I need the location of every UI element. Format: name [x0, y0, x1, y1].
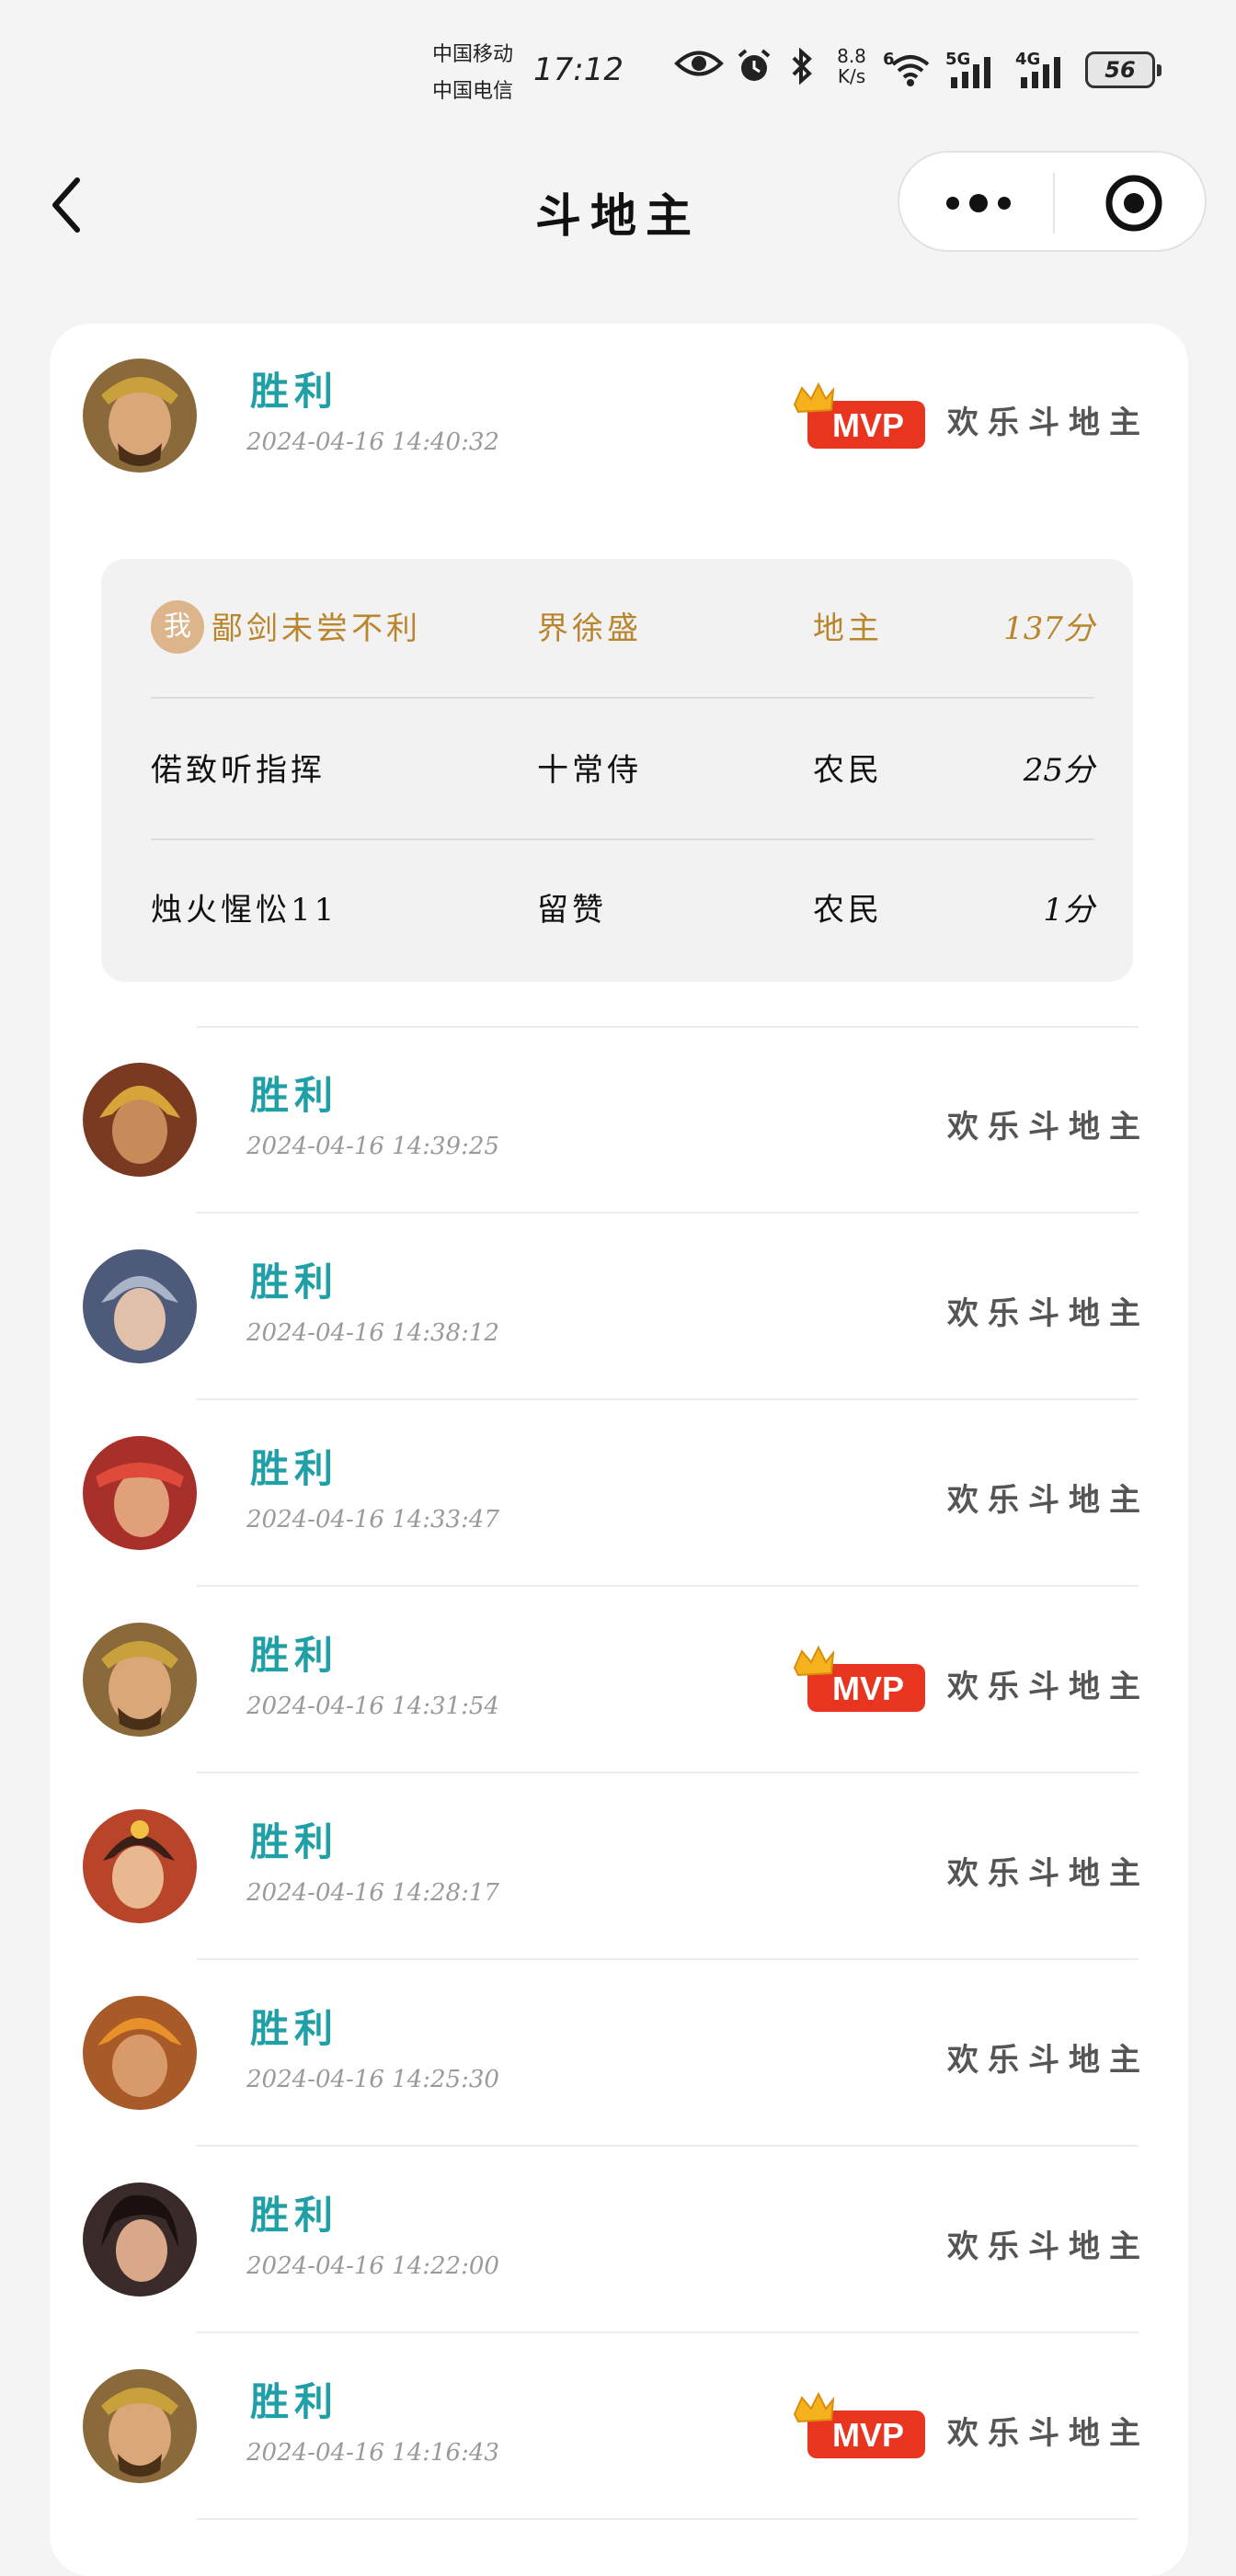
avatar	[83, 1996, 197, 2110]
avatar	[83, 359, 197, 473]
eye-icon	[674, 51, 724, 76]
hero-avatar-icon	[83, 1436, 197, 1550]
avatar	[83, 2183, 197, 2297]
hero-avatar-icon	[83, 1623, 197, 1737]
hero-avatar-icon	[83, 2183, 197, 2297]
me-badge: 我	[151, 600, 204, 654]
player-role: 农民	[813, 752, 883, 789]
player-role: 地主	[813, 610, 883, 647]
carrier-names: 中国移动 中国电信	[432, 43, 514, 103]
list-divider	[197, 2518, 1139, 2520]
record-detail-table: 我鄙剑未尝不利 界徐盛 地主 137分 偌致听指挥 十常侍 农民 25分 烛火惺…	[101, 559, 1133, 982]
game-mode: 欢乐斗地主	[947, 1482, 1150, 1519]
bluetooth-icon	[792, 48, 812, 85]
battery-icon: 56	[1085, 51, 1162, 88]
result-label: 胜利	[250, 2379, 339, 2424]
list-divider	[197, 1958, 1139, 1960]
game-mode: 欢乐斗地主	[947, 2042, 1150, 2079]
player-role: 农民	[813, 892, 883, 929]
wifi-icon	[891, 55, 930, 86]
list-divider	[197, 1212, 1139, 1214]
table-row: 烛火惺忪11 留赞 农民 1分	[151, 840, 1094, 980]
hero-name: 留赞	[537, 892, 607, 929]
result-label: 胜利	[250, 2006, 339, 2051]
list-divider	[197, 1026, 1139, 1028]
player-name: 我鄙剑未尝不利	[151, 559, 421, 699]
record-time: 2024-04-16 14:31:54	[246, 1693, 499, 1720]
player-score: 1分	[1043, 892, 1094, 929]
record-time: 2024-04-16 14:16:43	[246, 2439, 499, 2467]
signal-icon	[1021, 57, 1060, 88]
player-name: 烛火惺忪11	[151, 892, 338, 929]
list-divider	[197, 2331, 1139, 2333]
game-mode: 欢乐斗地主	[947, 2228, 1150, 2265]
game-mode: 欢乐斗地主	[947, 1295, 1150, 1332]
mvp-text: MVP	[832, 1670, 904, 1707]
hero-avatar-icon	[83, 1996, 197, 2110]
player-name: 偌致听指挥	[151, 752, 326, 789]
hero-avatar-icon	[83, 1249, 197, 1363]
record-time: 2024-04-16 14:25:30	[246, 2066, 499, 2093]
signal-icon	[951, 57, 990, 88]
status-bar: 中国移动 中国电信 17:12 8.8 K/s 6 5G 4G 56	[0, 0, 1236, 138]
network-speed: 8.8 K/s	[837, 45, 866, 87]
status-time: 17:12	[533, 51, 624, 88]
alarm-icon	[738, 49, 771, 81]
record-time: 2024-04-16 14:28:17	[246, 1879, 499, 1907]
result-label: 胜利	[250, 1260, 339, 1305]
record-time: 2024-04-16 14:40:32	[246, 428, 499, 456]
result-label: 胜利	[250, 2193, 339, 2238]
hero-avatar-icon	[83, 1809, 197, 1923]
game-mode: 欢乐斗地主	[947, 1855, 1150, 1892]
mvp-badge: MVP	[793, 2391, 925, 2458]
row-divider	[151, 697, 1094, 699]
avatar	[83, 1249, 197, 1363]
list-divider	[197, 2145, 1139, 2147]
nav-bar: 斗地主	[0, 138, 1236, 276]
table-row: 偌致听指挥 十常侍 农民 25分	[151, 701, 1094, 840]
result-label: 胜利	[250, 1819, 339, 1864]
game-mode: 欢乐斗地主	[947, 1109, 1150, 1146]
target-circle-icon[interactable]	[1104, 173, 1164, 234]
table-row: 我鄙剑未尝不利 界徐盛 地主 137分	[151, 559, 1094, 699]
game-mode: 欢乐斗地主	[947, 1669, 1150, 1705]
avatar	[83, 1063, 197, 1177]
hero-avatar-icon	[83, 1063, 197, 1177]
hero-avatar-icon	[83, 2369, 197, 2483]
avatar	[83, 1623, 197, 1737]
list-divider	[197, 1398, 1139, 1400]
game-mode: 欢乐斗地主	[947, 405, 1150, 441]
result-label: 胜利	[250, 1073, 339, 1118]
mvp-badge: MVP	[793, 1645, 925, 1712]
record-time: 2024-04-16 14:33:47	[246, 1506, 499, 1533]
game-mode: 欢乐斗地主	[947, 2415, 1150, 2452]
hero-name: 界徐盛	[537, 610, 642, 647]
capsule-divider	[1053, 173, 1055, 234]
record-time: 2024-04-16 14:38:12	[246, 1319, 499, 1347]
record-time: 2024-04-16 14:39:25	[246, 1133, 499, 1160]
mvp-text: MVP	[832, 2416, 904, 2454]
more-dots-icon[interactable]	[942, 189, 1015, 217]
result-label: 胜利	[250, 1446, 339, 1491]
mini-program-capsule	[898, 151, 1207, 252]
list-divider	[197, 1585, 1139, 1587]
player-score: 25分	[1023, 752, 1094, 789]
list-divider	[197, 1772, 1139, 1773]
avatar	[83, 2369, 197, 2483]
avatar	[83, 1436, 197, 1550]
mvp-text: MVP	[832, 406, 904, 444]
result-label: 胜利	[250, 369, 339, 414]
hero-name: 十常侍	[537, 752, 642, 789]
record-list-card: 胜利 2024-04-16 14:40:32 MVP 欢乐斗地主 我鄙剑未尝不利…	[50, 324, 1188, 2576]
mvp-badge: MVP	[793, 382, 925, 449]
record-time: 2024-04-16 14:22:00	[246, 2252, 499, 2280]
player-score: 137分	[1003, 610, 1094, 647]
avatar	[83, 1809, 197, 1923]
hero-avatar-icon	[83, 359, 197, 473]
result-label: 胜利	[250, 1633, 339, 1678]
